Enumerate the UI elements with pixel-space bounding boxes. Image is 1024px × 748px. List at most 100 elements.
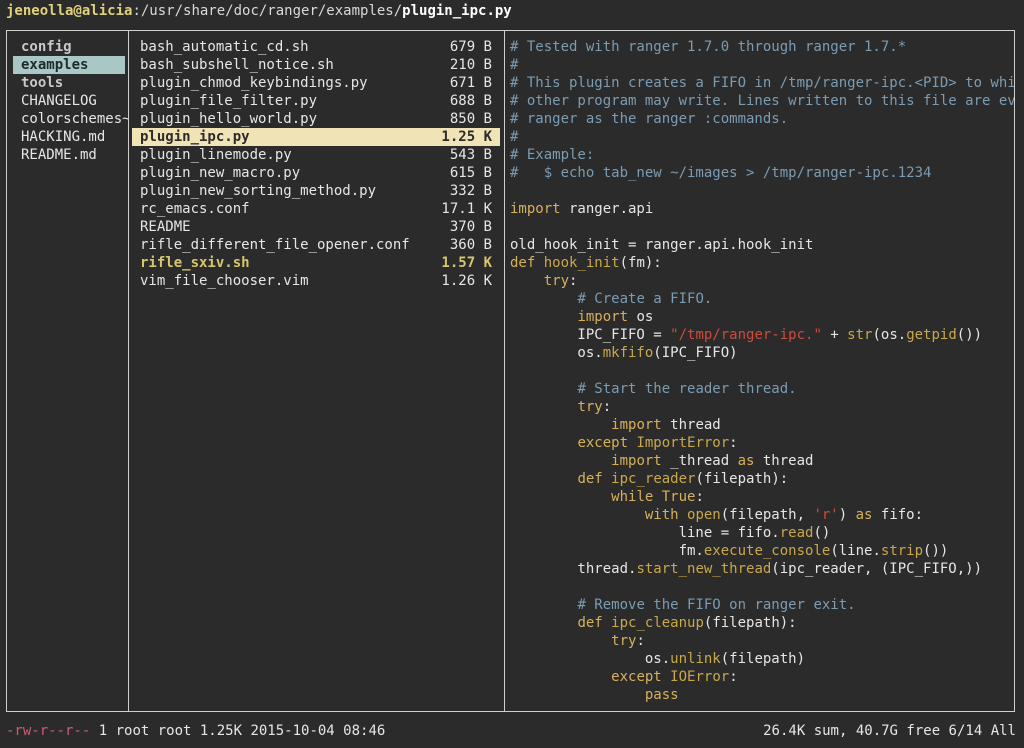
file-size: 332 B: [449, 183, 492, 199]
code-token: hook_init: [543, 255, 620, 271]
file-size: 1.26 K: [441, 273, 492, 289]
parent-directory-column[interactable]: config examples tools CHANGELOG colorsch…: [7, 31, 129, 711]
status-bar: -rw-r--r-- 1 root root 1.25K 2015-10-04 …: [6, 722, 1016, 740]
file-row-executable[interactable]: rifle_sxiv.sh 1.57 K: [132, 254, 500, 272]
current-file: plugin_ipc.py: [402, 3, 512, 19]
code-token: ): [838, 507, 856, 523]
code-token: import: [510, 201, 561, 217]
code-token: _thread: [661, 453, 738, 469]
code-token: # ranger as the ranger :commands.: [510, 111, 789, 127]
code-token: except: [611, 669, 662, 685]
file-row-selected[interactable]: plugin_ipc.py 1.25 K: [132, 128, 500, 146]
code-token: True: [661, 489, 696, 505]
code-token: :: [729, 435, 738, 451]
code-line: import _thread as thread: [510, 452, 1014, 470]
code-token: except: [577, 435, 629, 451]
file-row[interactable]: README 370 B: [132, 218, 500, 236]
file-row[interactable]: plugin_file_filter.py 688 B: [132, 92, 500, 110]
code-token: read: [779, 525, 814, 541]
code-token: thread.: [510, 561, 637, 577]
code-line: import os: [510, 308, 1014, 326]
code-token: as: [737, 453, 755, 469]
file-row[interactable]: plugin_hello_world.py 850 B: [132, 110, 500, 128]
file-item-colorschemes[interactable]: colorschemes~: [7, 110, 128, 128]
code-token: import: [611, 453, 662, 469]
code-line: os.unlink(filepath): [510, 650, 1014, 668]
code-token: os.: [510, 345, 603, 361]
file-name: plugin_linemode.py: [140, 147, 292, 163]
code-line: def ipc_cleanup(filepath):: [510, 614, 1014, 632]
code-token: # Example:: [510, 147, 595, 163]
code-line: # ranger as the ranger :commands.: [510, 110, 1014, 128]
file-row[interactable]: rc_emacs.conf 17.1 K: [132, 200, 500, 218]
code-token: start_new_thread: [636, 561, 772, 577]
file-row[interactable]: rifle_different_file_opener.conf 360 B: [132, 236, 500, 254]
code-line: pass: [510, 686, 1014, 704]
code-token: (filepath): [720, 651, 806, 667]
code-token: old_hook_init = ranger.api.hook_init: [510, 237, 814, 253]
code-token: try: [543, 273, 570, 289]
file-name: bash_automatic_cd.sh: [140, 39, 309, 55]
code-token: thread: [661, 417, 721, 433]
code-token: ()): [923, 543, 949, 559]
file-row[interactable]: bash_subshell_notice.sh 210 B: [132, 56, 500, 74]
file-preview-column[interactable]: # Tested with ranger 1.7.0 through range…: [504, 31, 1014, 711]
code-token: while: [611, 489, 654, 505]
code-token: +: [821, 327, 848, 343]
file-name: plugin_ipc.py: [140, 129, 250, 145]
file-name: vim_file_chooser.vim: [140, 273, 309, 289]
code-token: import: [577, 309, 629, 325]
file-name: rc_emacs.conf: [140, 201, 250, 217]
code-line: def hook_init(fm):: [510, 254, 1014, 272]
file-row[interactable]: bash_automatic_cd.sh 679 B: [132, 38, 500, 56]
code-line: def ipc_reader(filepath):: [510, 470, 1014, 488]
file-row[interactable]: vim_file_chooser.vim 1.26 K: [132, 272, 500, 290]
code-line: try:: [510, 398, 1014, 416]
current-directory-column[interactable]: bash_automatic_cd.sh 679 B bash_subshell_…: [128, 31, 505, 711]
file-item-hacking[interactable]: HACKING.md: [7, 128, 128, 146]
file-name: plugin_chmod_keybindings.py: [140, 75, 368, 91]
file-item-readme-md[interactable]: README.md: [7, 146, 128, 164]
file-size: 210 B: [449, 57, 492, 73]
file-name: plugin_hello_world.py: [140, 111, 318, 127]
dir-item-tools[interactable]: tools: [7, 74, 128, 92]
code-token: str: [847, 327, 873, 343]
code-token: execute_console: [703, 543, 831, 559]
code-token: (IPC_FIFO): [653, 345, 738, 361]
file-name: plugin_new_sorting_method.py: [140, 183, 377, 199]
file-row[interactable]: plugin_linemode.py 543 B: [132, 146, 500, 164]
code-token: def: [577, 471, 603, 487]
code-line: #: [510, 128, 1014, 146]
code-token: :: [636, 633, 645, 649]
file-row[interactable]: plugin_new_sorting_method.py 332 B: [132, 182, 500, 200]
code-line: thread.start_new_thread(ipc_reader, (IPC…: [510, 560, 1014, 578]
file-name: README: [140, 219, 191, 235]
file-row[interactable]: plugin_new_macro.py 615 B: [132, 164, 500, 182]
code-line: # Tested with ranger 1.7.0 through range…: [510, 38, 1014, 56]
current-path: :/usr/share/doc/ranger/examples/: [132, 3, 403, 19]
file-item-changelog[interactable]: CHANGELOG: [7, 92, 128, 110]
code-token: import: [611, 417, 662, 433]
code-token: fifo:: [872, 507, 924, 523]
code-token: IPC_FIFO =: [510, 327, 671, 343]
code-token: thread: [754, 453, 814, 469]
file-row[interactable]: plugin_chmod_keybindings.py 671 B: [132, 74, 500, 92]
code-token: getpid: [906, 327, 957, 343]
dir-item-examples[interactable]: examples: [13, 56, 125, 74]
code-line: # Example:: [510, 146, 1014, 164]
code-line: os.mkfifo(IPC_FIFO): [510, 344, 1014, 362]
code-line: line = fifo.read(): [510, 524, 1014, 542]
code-token: (filepath):: [695, 471, 789, 487]
dir-item-config[interactable]: config: [7, 38, 128, 56]
file-name: bash_subshell_notice.sh: [140, 57, 334, 73]
file-size: 850 B: [449, 111, 492, 127]
